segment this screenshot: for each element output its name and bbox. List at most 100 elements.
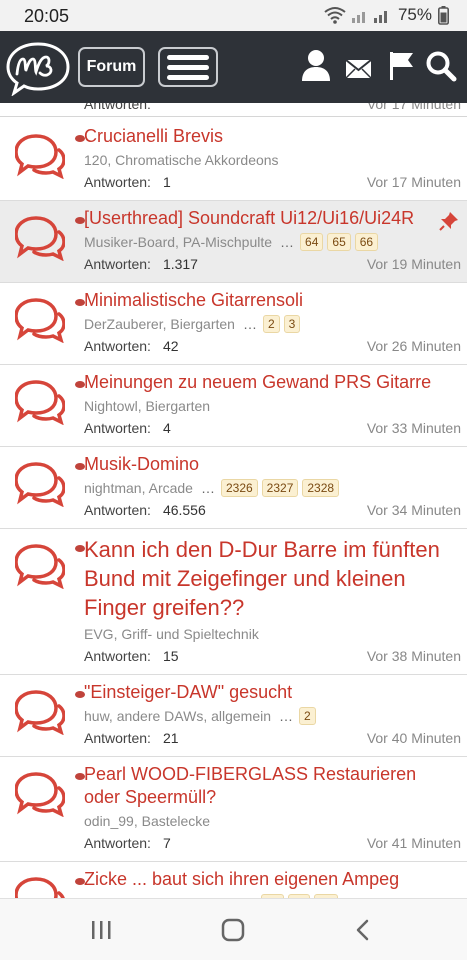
unread-dot-icon [75,773,85,780]
thread-title[interactable]: Pearl WOOD-FIBERGLASS Restaurieren oder … [84,763,461,809]
thread-author-forum[interactable]: EVG, Griff- und Spieltechnik [84,624,259,644]
replies-label: Antworten: [84,648,151,664]
page-link[interactable]: 3 [283,315,301,333]
thread-time[interactable]: Vor 26 Minuten [367,336,461,356]
thread-footer: Antworten: 4 Vor 33 Minuten [84,418,461,438]
thread-title[interactable]: Meinungen zu neuem Gewand PRS Gitarre [84,371,461,394]
pages-ellipsis: … [242,316,257,332]
recent-apps-icon[interactable] [90,919,112,941]
thread-title[interactable]: Minimalistische Gitarrensoli [84,289,461,312]
thread-time[interactable]: Vor 40 Minuten [367,728,461,748]
signal-icon [351,11,387,23]
thread-bubble-icon [14,771,66,818]
thread-author-forum[interactable]: Nightowl, Biergarten [84,396,210,416]
thread-bubble-icon [14,543,66,590]
unread-dot-icon [75,691,85,698]
thread-time[interactable]: Vor 34 Minuten [367,500,461,520]
thread-row[interactable]: Minimalistische Gitarrensoli DerZauberer,… [0,283,467,365]
search-icon[interactable] [425,50,457,82]
list-item-partial[interactable]: Antworten: Vor 17 Minuten [0,103,467,117]
thread-meta: huw, andere DAWs, allgemein … 2 [84,706,461,726]
thread-footer: Antworten: 15 Vor 38 Minuten [84,646,461,666]
unread-dot-icon [75,299,85,306]
user-icon[interactable] [300,49,332,83]
thread-title[interactable]: Zicke ... baut sich ihren eigenen Ampeg [84,868,461,891]
status-bar: 20:05 75% [0,0,467,31]
page-link[interactable]: 2 [262,315,280,333]
thread-row[interactable]: Meinungen zu neuem Gewand PRS Gitarre Nig… [0,365,467,447]
unread-dot-icon [75,381,85,388]
status-icons: 75% [324,5,449,25]
thread-time[interactable]: Vor 19 Minuten [367,254,461,274]
thread-title[interactable]: Kann ich den D-Dur Barre im fünften Bund… [84,535,461,622]
pages-ellipsis: … [279,708,294,724]
thread-author-forum[interactable]: huw, andere DAWs, allgemein [84,706,271,726]
thread-meta: Nightowl, Biergarten [84,396,461,416]
thread-author-forum[interactable]: odin_99, Bastelecke [84,811,210,831]
menu-button[interactable] [158,47,218,87]
thread-author-forum[interactable]: DerZauberer, Biergarten [84,314,235,334]
page-link[interactable]: 2327 [261,479,299,497]
replies-count: 1.317 [162,256,198,272]
screen: { "status_bar": { "time": "20:05", "batt… [0,0,467,960]
thread-row[interactable]: Zicke ... baut sich ihren eigenen AmpegB… [0,862,467,898]
page-link[interactable]: 2 [299,707,316,725]
replies-count: 4 [162,420,171,436]
thread-title[interactable]: Crucianelli Brevis [84,125,461,148]
thread-bubble-icon [14,297,66,344]
replies-count: 21 [162,730,179,746]
forum-button[interactable]: Forum [78,47,145,87]
thread-bubble-icon [14,215,66,262]
replies-count: 42 [162,338,179,354]
page-link[interactable]: 64 [300,233,324,251]
page-link[interactable]: 2328 [302,479,340,497]
thread-author-forum[interactable]: 120, Chromatische Akkordeons [84,150,279,170]
menu-icon-bar [167,64,209,70]
pin-icon [439,211,459,231]
thread-title[interactable]: [Userthread] Soundcraft Ui12/Ui16/Ui24R [84,207,461,230]
battery-icon [438,5,449,25]
thread-time[interactable]: Vor 41 Minuten [367,833,461,853]
home-icon[interactable] [221,918,245,942]
thread-row[interactable]: "Einsteiger-DAW" gesucht huw, andere DAWs… [0,675,467,757]
replies-label: Antworten: [84,256,151,272]
thread-bubble-icon [14,379,66,426]
pages-ellipsis: … [200,480,215,496]
unread-dot-icon [75,135,85,142]
thread-row[interactable]: Musik-Domino nightman, Arcade … 2326 2327 232… [0,447,467,529]
thread-footer: Antworten: 7 Vor 41 Minuten [84,833,461,853]
mail-icon[interactable] [345,59,372,79]
thread-footer: Antworten: 1.317 Vor 19 Minuten [84,254,461,274]
thread-time[interactable]: Vor 17 Minuten [367,172,461,192]
thread-list: Antworten: Vor 17 Minuten Crucianelli Br… [0,103,467,898]
thread-title[interactable]: Musik-Domino [84,453,461,476]
page-link[interactable]: 2326 [220,479,258,497]
thread-footer: Antworten: 42 Vor 26 Minuten [84,336,461,356]
thread-footer: Antworten: 1 Vor 17 Minuten [84,172,461,192]
replies-count: 46.556 [162,502,206,518]
thread-title[interactable]: "Einsteiger-DAW" gesucht [84,681,461,704]
thread-time[interactable]: Vor 38 Minuten [367,646,461,666]
thread-meta: EVG, Griff- und Spieltechnik [84,624,461,644]
thread-meta: DerZauberer, Biergarten … 2 3 [84,314,461,334]
page-link[interactable]: 66 [354,233,379,251]
thread-row[interactable]: Pearl WOOD-FIBERGLASS Restaurieren oder … [0,757,467,862]
battery-percent: 75% [397,5,432,24]
mb-logo[interactable] [6,40,70,96]
thread-row[interactable]: [Userthread] Soundcraft Ui12/Ui16/Ui24R M… [0,201,467,283]
replies-count: 15 [162,648,179,664]
page-link[interactable]: 65 [327,233,351,251]
thread-author-forum[interactable]: nightman, Arcade [84,478,193,498]
menu-icon-bar [167,74,209,80]
back-icon[interactable] [354,919,370,941]
replies-label: Antworten: [84,835,151,851]
flag-icon[interactable] [389,51,415,81]
thread-row[interactable]: Kann ich den D-Dur Barre im fünften Bund… [0,529,467,675]
replies-count: 7 [162,835,171,851]
unread-dot-icon [75,878,85,885]
unread-dot-icon [75,217,85,224]
thread-author-forum[interactable]: Musiker-Board, PA-Mischpulte [84,232,272,252]
thread-meta: Musiker-Board, PA-Mischpulte … 64 65 66 [84,232,461,252]
thread-row[interactable]: Crucianelli Brevis 120, Chromatische Akko… [0,119,467,201]
thread-time[interactable]: Vor 33 Minuten [367,418,461,438]
